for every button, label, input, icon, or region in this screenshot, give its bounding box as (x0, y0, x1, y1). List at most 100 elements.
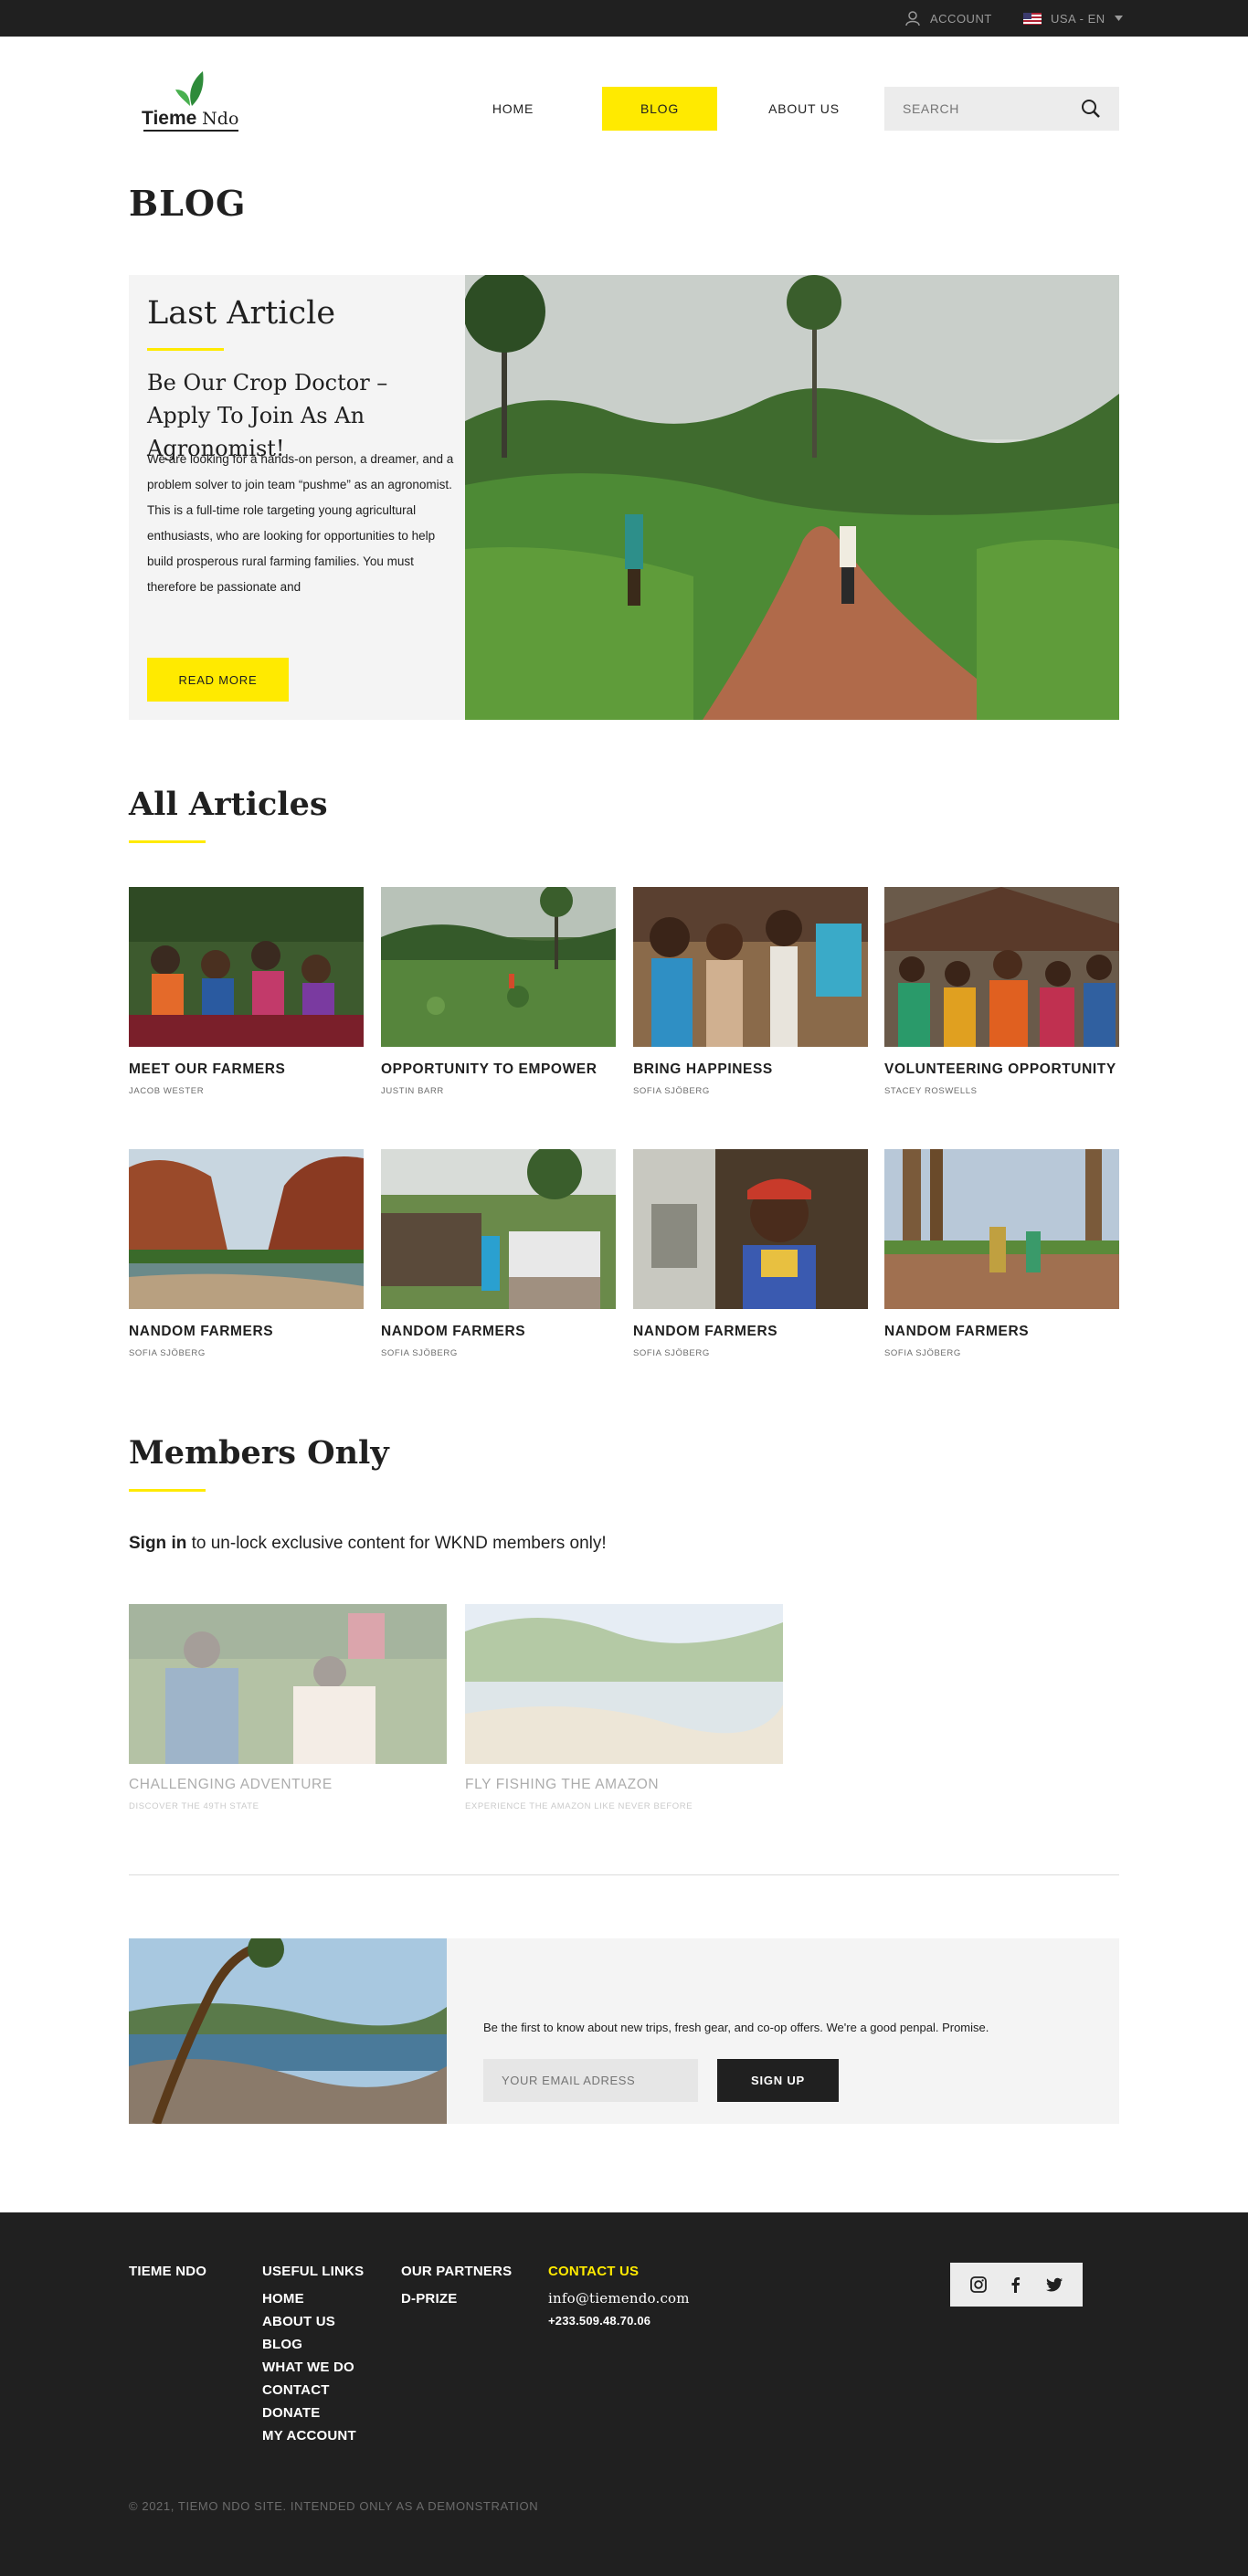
logo-underline (143, 130, 238, 132)
featured-label: Last Article (147, 295, 336, 332)
footer-link-my-account[interactable]: MY ACCOUNT (262, 2424, 364, 2447)
members-description-text: to un-lock exclusive content for WKND me… (186, 1534, 607, 1553)
member-card-subtitle: EXPERIENCE THE AMAZON LIKE NEVER BEFORE (465, 1801, 693, 1811)
members-only-title: Members Only (129, 1434, 389, 1472)
article-author: SOFIA SJÖBERG (381, 1348, 458, 1358)
nav-about-us[interactable]: ABOUT US (758, 87, 850, 131)
facebook-icon[interactable] (1001, 2270, 1031, 2299)
footer-useful-links-heading: USEFUL LINKS (262, 2264, 365, 2279)
featured-image[interactable] (465, 275, 1119, 720)
article-card[interactable]: NANDOM FARMERS SOFIA SJÖBERG (633, 1149, 868, 1358)
footer-link-what-we-do[interactable]: WHAT WE DO (262, 2356, 364, 2379)
article-title[interactable]: NANDOM FARMERS (381, 1324, 616, 1340)
article-title[interactable]: NANDOM FARMERS (884, 1324, 1119, 1340)
member-card-title[interactable]: FLY FISHING THE AMAZON (465, 1777, 783, 1793)
search-input[interactable] (903, 101, 1081, 116)
footer-contact: CONTACT US info@tiemendo.com +233.509.48… (548, 2264, 690, 2328)
article-thumbnail[interactable] (381, 1149, 616, 1309)
article-thumbnail[interactable] (129, 1149, 364, 1309)
footer-email-link[interactable]: info@tiemendo.com (548, 2287, 690, 2310)
article-thumbnail[interactable] (633, 1149, 868, 1309)
article-author: SOFIA SJÖBERG (884, 1348, 961, 1358)
logo-wordmark: Tieme Ndo (142, 108, 238, 130)
article-card[interactable]: OPPORTUNITY TO EMPOWER JUSTIN BARR (381, 887, 616, 1096)
article-author: SOFIA SJÖBERG (633, 1086, 710, 1096)
member-card[interactable]: FLY FISHING THE AMAZON EXPERIENCE THE AM… (465, 1604, 783, 1811)
social-links (950, 2263, 1083, 2307)
instagram-icon[interactable] (964, 2270, 993, 2299)
footer-link-contact[interactable]: CONTACT (262, 2379, 364, 2402)
footer-brand: TIEME NDO (129, 2264, 207, 2279)
article-author: JACOB WESTER (129, 1086, 205, 1096)
featured-accent-bar (147, 348, 224, 351)
article-title[interactable]: NANDOM FARMERS (129, 1324, 364, 1340)
footer-partners: OUR PARTNERS D-PRIZE (401, 2264, 512, 2310)
article-thumbnail[interactable] (381, 887, 616, 1047)
featured-excerpt: We are looking for a hands-on person, a … (147, 452, 454, 594)
section-divider (129, 1874, 1119, 1875)
site-footer: TIEME NDO USEFUL LINKS HOME ABOUT US BLO… (0, 2212, 1248, 2576)
all-articles-title: All Articles (129, 786, 328, 823)
caret-down-icon (1114, 16, 1123, 21)
footer-link-blog[interactable]: BLOG (262, 2333, 364, 2356)
article-title[interactable]: BRING HAPPINESS (633, 1061, 868, 1078)
members-accent-bar (129, 1489, 206, 1492)
article-card[interactable]: NANDOM FARMERS SOFIA SJÖBERG (381, 1149, 616, 1358)
user-icon (905, 11, 920, 26)
search-box (884, 87, 1119, 131)
footer-link-donate[interactable]: DONATE (262, 2402, 364, 2424)
footer-link-home[interactable]: HOME (262, 2287, 364, 2310)
newsletter-email-input[interactable] (483, 2059, 698, 2102)
article-thumbnail[interactable] (884, 1149, 1119, 1309)
sign-in-link[interactable]: Sign in (129, 1534, 186, 1553)
search-icon[interactable] (1081, 99, 1101, 119)
article-author: SOFIA SJÖBERG (633, 1348, 710, 1358)
language-selector[interactable]: USA - EN (1023, 0, 1123, 37)
footer-partner-d-prize[interactable]: D-PRIZE (401, 2287, 512, 2310)
article-card[interactable]: VOLUNTEERING OPPORTUNITY STACEY ROSWELLS (884, 887, 1119, 1096)
article-card[interactable]: NANDOM FARMERS SOFIA SJÖBERG (884, 1149, 1119, 1358)
article-thumbnail[interactable] (633, 887, 868, 1047)
article-thumbnail[interactable] (884, 887, 1119, 1047)
newsletter-panel: Be the first to know about new trips, fr… (129, 1938, 1119, 2124)
article-title[interactable]: NANDOM FARMERS (633, 1324, 868, 1340)
article-title[interactable]: MEET OUR FARMERS (129, 1061, 364, 1078)
nav-about-label: ABOUT US (768, 101, 840, 116)
featured-article-card: Last Article Be Our Crop Doctor – Apply … (129, 275, 465, 720)
all-articles-accent-bar (129, 840, 206, 843)
account-link[interactable]: ACCOUNT (904, 0, 992, 37)
member-thumbnail[interactable] (129, 1604, 447, 1764)
nav-blog[interactable]: BLOG (602, 87, 717, 131)
nav-home[interactable]: HOME (476, 87, 550, 131)
member-card[interactable]: CHALLENGING ADVENTURE DISCOVER THE 49TH … (129, 1604, 447, 1811)
article-card[interactable]: NANDOM FARMERS SOFIA SJÖBERG (129, 1149, 364, 1358)
article-author: STACEY ROSWELLS (884, 1086, 978, 1096)
member-thumbnail[interactable] (465, 1604, 783, 1764)
article-title[interactable]: VOLUNTEERING OPPORTUNITY (884, 1061, 1119, 1078)
site-logo[interactable]: Tieme Ndo (142, 69, 242, 133)
newsletter-image (129, 1938, 447, 2124)
twitter-icon[interactable] (1040, 2270, 1069, 2299)
footer-contact-heading: CONTACT US (548, 2264, 640, 2279)
us-flag-icon (1023, 12, 1042, 25)
article-author: JUSTIN BARR (381, 1086, 444, 1096)
page-title: BLOG (129, 183, 247, 224)
sign-up-button[interactable]: SIGN UP (717, 2059, 839, 2102)
newsletter-text: Be the first to know about new trips, fr… (483, 2021, 989, 2034)
members-description: Sign in to un-lock exclusive content for… (129, 1534, 607, 1554)
logo-text-bold: Tieme (142, 108, 197, 129)
copyright-text: © 2021, TIEMO NDO SITE. INTENDED ONLY AS… (129, 2499, 539, 2513)
article-title[interactable]: OPPORTUNITY TO EMPOWER (381, 1061, 616, 1078)
member-card-subtitle: DISCOVER THE 49TH STATE (129, 1801, 259, 1811)
article-thumbnail[interactable] (129, 887, 364, 1047)
nav-blog-label: BLOG (640, 101, 680, 116)
leaf-logo-icon (175, 71, 204, 106)
article-card[interactable]: MEET OUR FARMERS JACOB WESTER (129, 887, 364, 1096)
footer-link-about-us[interactable]: ABOUT US (262, 2310, 364, 2333)
footer-phone: +233.509.48.70.06 (548, 2314, 651, 2328)
read-more-button[interactable]: READ MORE (147, 658, 289, 702)
account-label: ACCOUNT (930, 11, 992, 26)
article-card[interactable]: BRING HAPPINESS SOFIA SJÖBERG (633, 887, 868, 1096)
top-bar: ACCOUNT USA - EN (0, 0, 1248, 37)
member-card-title[interactable]: CHALLENGING ADVENTURE (129, 1777, 447, 1793)
